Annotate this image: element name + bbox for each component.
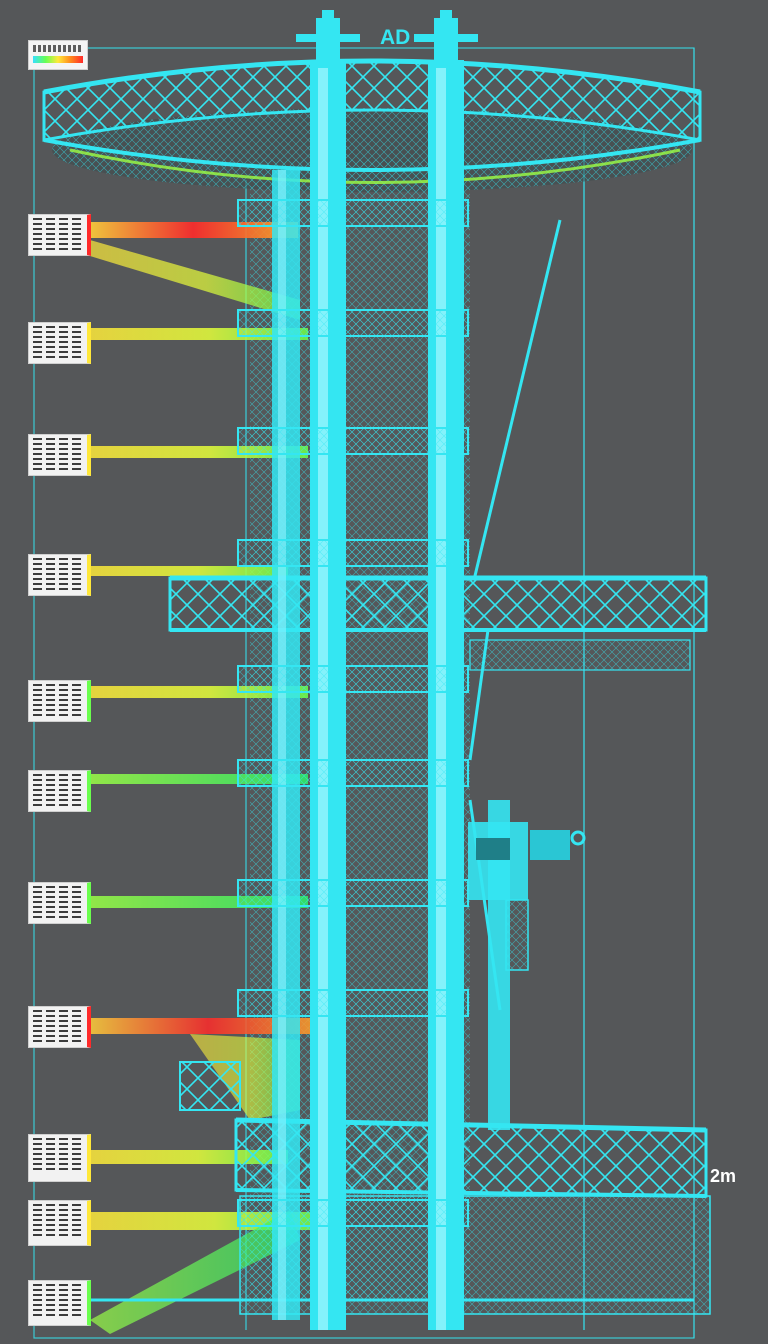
annotation-tag	[28, 434, 91, 476]
annotation-tag	[28, 882, 91, 924]
structure-viewport: AD 2m	[0, 0, 768, 1344]
annotation-tag	[28, 1200, 91, 1246]
legend-color-scale	[33, 56, 83, 63]
top-platform-ring	[42, 58, 702, 192]
annotation-tag	[28, 770, 91, 812]
header-label: AD	[380, 26, 411, 49]
annotation-tag	[28, 554, 91, 596]
equipment-box	[468, 822, 586, 971]
scale-bar-label: 2m	[710, 1166, 737, 1186]
legend-card	[28, 40, 88, 70]
tower-wireframe-render	[33, 10, 711, 1339]
annotation-tag	[28, 1006, 91, 1048]
annotation-tag	[28, 322, 91, 364]
annotation-tag	[28, 1280, 91, 1326]
annotation-tag	[28, 680, 91, 722]
annotation-tag	[28, 1134, 91, 1182]
legend-text-glyphs	[33, 45, 83, 52]
annotation-tag	[28, 214, 91, 256]
